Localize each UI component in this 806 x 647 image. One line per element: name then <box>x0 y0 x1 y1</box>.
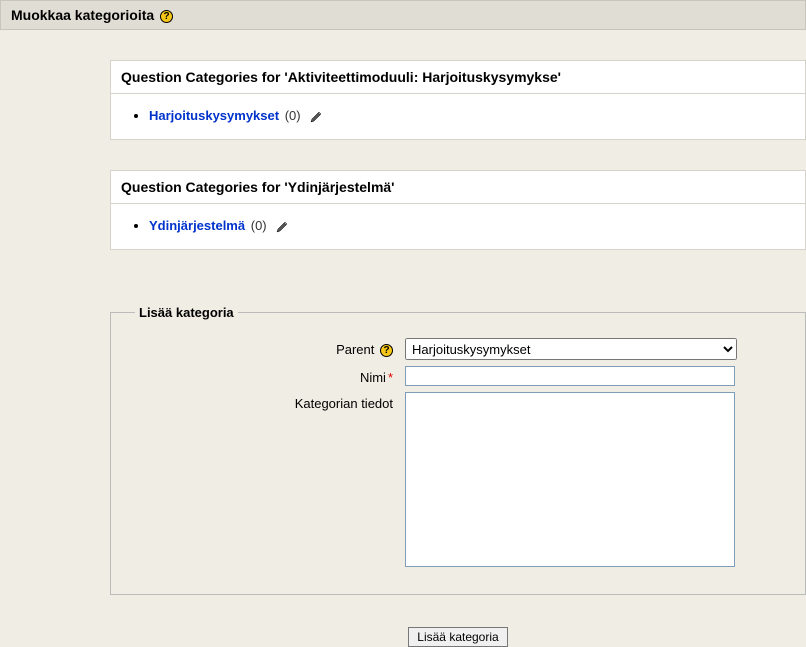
category-box-system: Question Categories for 'Ydinjärjestelmä… <box>110 170 806 250</box>
label-name: Nimi* <box>135 366 405 385</box>
page-title: Muokkaa kategorioita <box>11 7 154 23</box>
category-box-header: Question Categories for 'Ydinjärjestelmä… <box>111 171 805 204</box>
page-header: Muokkaa kategorioita ? <box>0 0 806 30</box>
edit-icon[interactable] <box>276 221 288 233</box>
category-box-activity: Question Categories for 'Aktiviteettimod… <box>110 60 806 140</box>
category-count: (0) <box>285 108 301 123</box>
category-box-header: Question Categories for 'Aktiviteettimod… <box>111 61 805 94</box>
label-text: Kategorian tiedot <box>295 396 393 411</box>
required-star: * <box>388 370 393 385</box>
name-field[interactable] <box>405 366 735 386</box>
form-row-info: Kategorian tiedot <box>135 392 781 570</box>
add-category-fieldset: Lisää kategoria Parent ? Harjoituskysymy… <box>110 305 806 595</box>
label-info: Kategorian tiedot <box>135 392 405 411</box>
category-count: (0) <box>251 218 267 233</box>
parent-select[interactable]: Harjoituskysymykset <box>405 338 737 360</box>
category-link[interactable]: Harjoituskysymykset <box>149 108 279 123</box>
form-row-parent: Parent ? Harjoituskysymykset <box>135 338 781 360</box>
submit-row: Lisää kategoria <box>110 627 806 647</box>
help-icon[interactable]: ? <box>160 10 173 23</box>
label-text: Parent <box>336 342 374 357</box>
info-textarea[interactable] <box>405 392 735 567</box>
category-box-body: Ydinjärjestelmä (0) <box>111 204 805 249</box>
label-parent: Parent ? <box>135 338 405 357</box>
category-box-body: Harjoituskysymykset (0) <box>111 94 805 139</box>
fieldset-legend: Lisää kategoria <box>135 305 238 320</box>
label-text: Nimi <box>360 370 386 385</box>
list-item: Harjoituskysymykset (0) <box>149 106 795 125</box>
help-icon[interactable]: ? <box>380 344 393 357</box>
list-item: Ydinjärjestelmä (0) <box>149 216 795 235</box>
form-row-name: Nimi* <box>135 366 781 386</box>
edit-icon[interactable] <box>310 111 322 123</box>
add-category-button[interactable]: Lisää kategoria <box>408 627 507 647</box>
category-link[interactable]: Ydinjärjestelmä <box>149 218 245 233</box>
